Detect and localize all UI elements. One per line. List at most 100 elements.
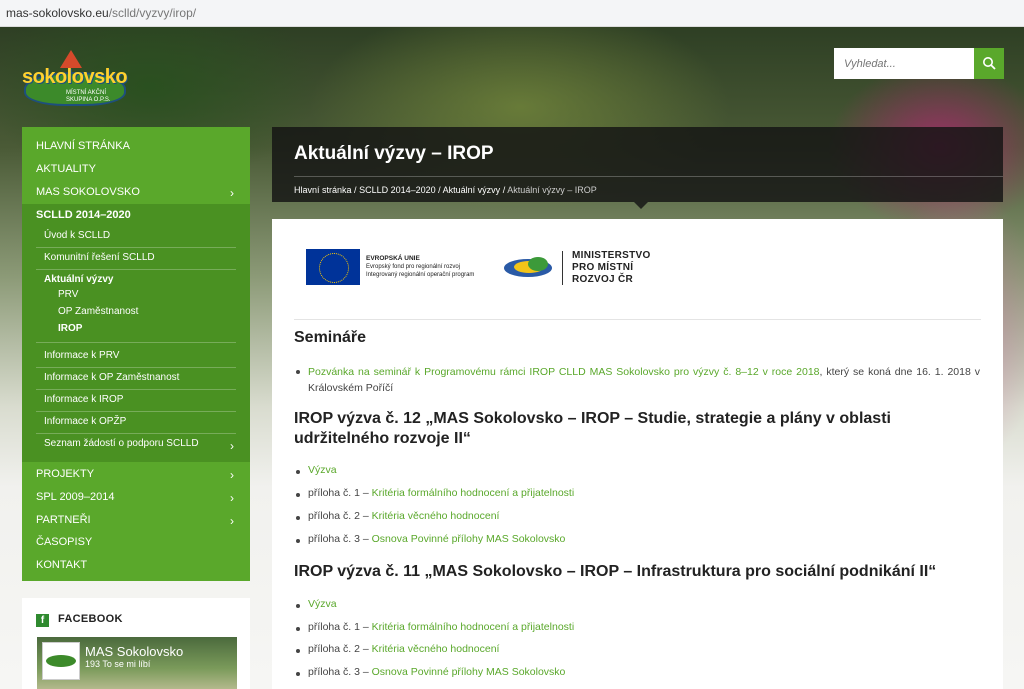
attachment-prefix: příloha č. 1 – — [308, 621, 372, 633]
page-header: Aktuální výzvy – IROP Hlavní stránka / S… — [272, 127, 1003, 202]
divider — [294, 319, 981, 320]
nav-item-label: SCLLD 2014–2020 — [36, 209, 131, 221]
nav-item-label: PROJEKTY — [36, 468, 95, 480]
bullet — [296, 370, 300, 374]
subnav-item-info-prv[interactable]: Informace k PRV — [22, 346, 250, 368]
logo-hill-icon — [46, 655, 76, 667]
chevron-right-icon: › — [230, 186, 234, 200]
mmr-logo-text: MINISTERSTVO PRO MÍSTNÍ ROZVOJ ČR — [572, 250, 651, 286]
attachment-prefix: příloha č. 3 – — [308, 533, 372, 545]
attachment-link[interactable]: Osnova Povinné přílohy MAS Sokolovsko — [372, 533, 566, 545]
subnav-label: Informace k OPŽP — [44, 416, 127, 427]
subnav-label: OP Zaměstnanost — [58, 306, 139, 317]
attachment-link[interactable]: Osnova Povinné přílohy MAS Sokolovsko — [372, 666, 566, 678]
mmr-logo-line: MINISTERSTVO — [572, 250, 651, 261]
nav-item-label: SPL 2009–2014 — [36, 491, 115, 503]
attachment-link[interactable]: Kritéria věcného hodnocení — [372, 510, 500, 522]
facebook-title: FACEBOOK — [58, 613, 123, 625]
subnav-label: Informace k PRV — [44, 350, 120, 361]
site-logo[interactable]: sokolovsko MÍSTNÍ AKČNÍ SKUPINA O.P.S. — [22, 48, 128, 106]
facebook-icon: f — [36, 614, 49, 627]
mmr-logo-icon — [504, 253, 552, 281]
nav-item-label: PARTNEŘI — [36, 514, 91, 526]
subnav-item-seznam[interactable]: Seznam žádostí o podporu SCLLD › — [22, 434, 250, 458]
attachment-prefix: příloha č. 2 – — [308, 510, 372, 522]
mmr-logo-line: PRO MÍSTNÍ — [572, 262, 634, 273]
attachment-prefix: příloha č. 3 – — [308, 666, 372, 678]
subnav-item-uvod[interactable]: Úvod k SCLLD — [22, 226, 250, 248]
section-heading-seminare: Semináře — [294, 329, 367, 346]
subnav-item-op-zamestnanost[interactable]: OP Zaměstnanost — [22, 304, 250, 321]
subnav-label: Úvod k SCLLD — [44, 230, 111, 241]
bullet — [296, 627, 300, 631]
subnav-label: PRV — [58, 289, 79, 300]
breadcrumb-link[interactable]: Aktuální výzvy — [443, 185, 501, 195]
breadcrumb-link[interactable]: Hlavní stránka — [294, 185, 352, 195]
nav-item-label: MAS SOKOLOVSKO — [36, 186, 140, 198]
nav-item-kontakt[interactable]: KONTAKT — [22, 554, 250, 577]
logo-text: sokolovsko — [22, 66, 128, 88]
eu-logo-line: EVROPSKÁ UNIE — [366, 255, 420, 262]
subnav-item-info-irop[interactable]: Informace k IROP — [22, 390, 250, 412]
nav-item-partneri[interactable]: PARTNEŘI › — [22, 509, 250, 532]
bullet — [296, 649, 300, 653]
list-item: příloha č. 2 – Kritéria věcného hodnocen… — [308, 643, 499, 655]
subnav-label: Informace k OP Zaměstnanost — [44, 372, 180, 383]
list-item: příloha č. 1 – Kritéria formálního hodno… — [308, 621, 574, 633]
chevron-right-icon: › — [230, 468, 234, 482]
list-item: příloha č. 3 – Osnova Povinné přílohy MA… — [308, 533, 565, 545]
attachment-link[interactable]: Kritéria věcného hodnocení — [372, 643, 500, 655]
nav-item-hlavni-stranka[interactable]: HLAVNÍ STRÁNKA — [22, 135, 250, 158]
address-bar[interactable]: mas-sokolovsko.eu/sclld/vyzvy/irop/ — [0, 0, 1024, 27]
eu-flag-icon — [306, 249, 360, 285]
bullet — [296, 516, 300, 520]
subnav-item-irop[interactable]: IROP — [22, 321, 250, 343]
header-notch — [634, 202, 648, 209]
breadcrumb-current: Aktuální výzvy – IROP — [507, 185, 597, 195]
subnav-item-info-op[interactable]: Informace k OP Zaměstnanost — [22, 368, 250, 390]
bullet — [296, 493, 300, 497]
eu-logo-line: Evropský fond pro regionální rozvoj — [366, 264, 461, 270]
main-content: EVROPSKÁ UNIE Evropský fond pro regionál… — [272, 219, 1003, 689]
nav-item-sclld[interactable]: SCLLD 2014–2020 — [22, 204, 250, 227]
search-button[interactable] — [974, 48, 1004, 79]
nav-item-spl[interactable]: SPL 2009–2014 › — [22, 486, 250, 509]
nav-item-label: AKTUALITY — [36, 163, 96, 175]
logo-subtitle: MÍSTNÍ AKČNÍ SKUPINA O.P.S. — [66, 90, 111, 103]
url-domain: mas-sokolovsko.eu — [6, 6, 109, 20]
subnav-item-komunitni[interactable]: Komunitní řešení SCLLD — [22, 248, 250, 270]
submenu-sclld: Úvod k SCLLD Komunitní řešení SCLLD Aktu… — [22, 226, 250, 462]
nav-item-projekty[interactable]: PROJEKTY › — [22, 463, 250, 486]
subnav-label: Seznam žádostí o podporu SCLLD — [44, 438, 199, 449]
eu-stars-icon — [319, 253, 349, 283]
nav-item-mas-sokolovsko[interactable]: MAS SOKOLOVSKO › — [22, 181, 250, 204]
facebook-page-name[interactable]: MAS Sokolovsko — [85, 644, 183, 659]
attachment-prefix: příloha č. 2 – — [308, 643, 372, 655]
url-path: /sclld/vyzvy/irop/ — [108, 6, 197, 20]
subnav-label: Komunitní řešení SCLLD — [44, 252, 155, 263]
subnav-item-prv[interactable]: PRV — [22, 287, 250, 304]
subnav-item-info-opzp[interactable]: Informace k OPŽP — [22, 412, 250, 434]
eu-logo-line: Integrovaný regionální operační program — [366, 272, 475, 278]
seminar-link[interactable]: Pozvánka na seminář k Programovému rámci… — [308, 366, 820, 378]
search-input[interactable] — [834, 48, 974, 79]
subnav-label: Aktuální výzvy — [44, 274, 114, 285]
vyzva-link[interactable]: Výzva — [308, 464, 337, 476]
attachment-link[interactable]: Kritéria formálního hodnocení a přijatel… — [372, 487, 575, 499]
attachment-link[interactable]: Kritéria formálního hodnocení a přijatel… — [372, 621, 575, 633]
subnav-label: IROP — [58, 323, 83, 334]
nav-item-label: HLAVNÍ STRÁNKA — [36, 140, 130, 152]
breadcrumb-link[interactable]: SCLLD 2014–2020 — [359, 185, 436, 195]
nav-item-casopisy[interactable]: ČASOPISY — [22, 531, 250, 554]
bullet — [296, 604, 300, 608]
chevron-right-icon: › — [230, 491, 234, 505]
list-item: příloha č. 2 – Kritéria věcného hodnocen… — [308, 510, 499, 522]
nav-item-label: ČASOPISY — [36, 536, 93, 548]
bullet — [296, 672, 300, 676]
nav-item-aktuality[interactable]: AKTUALITY — [22, 158, 250, 181]
search-icon — [983, 57, 996, 70]
vyzva-link[interactable]: Výzva — [308, 598, 337, 610]
mmr-logo-line: ROZVOJ ČR — [572, 274, 634, 285]
sidebar-menu: HLAVNÍ STRÁNKA AKTUALITY MAS SOKOLOVSKO ›… — [22, 127, 250, 581]
facebook-page-box[interactable]: MAS Sokolovsko 193 To se mi líbí — [37, 637, 237, 689]
